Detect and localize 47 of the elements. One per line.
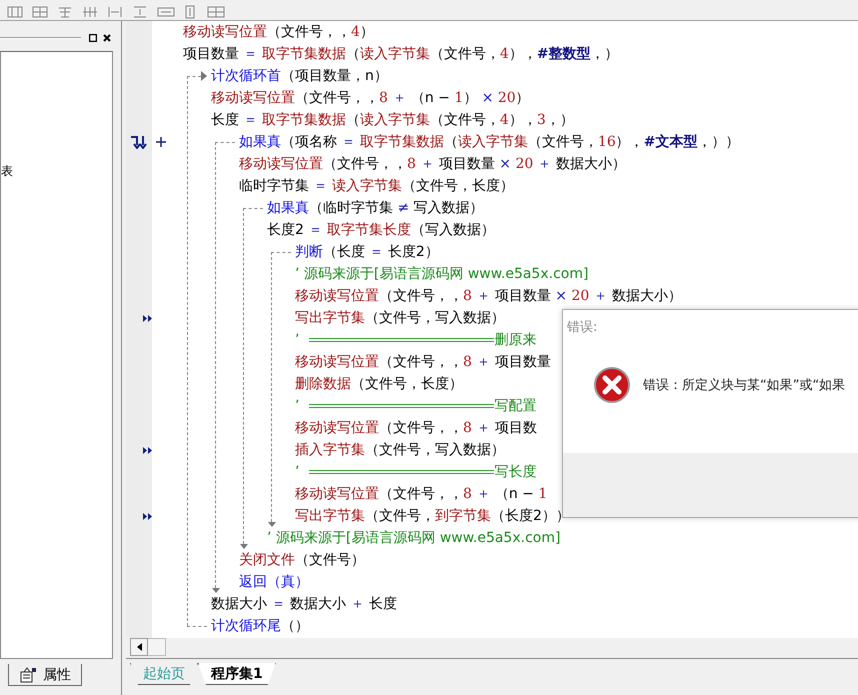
code-line: 返回（真）: [239, 573, 309, 591]
editor-tab[interactable]: 程序集1: [198, 663, 276, 685]
code-line: 临时字节集 ＝ 读入字节集（文件号，长度）: [239, 177, 514, 195]
fold-arrows-icon: [130, 135, 168, 149]
down-arrow-icon: [212, 588, 220, 593]
double-arrow-icon: [143, 446, 152, 454]
code-line: 如果真（项名称 ＝ 取字节集数据（读入字节集（文件号，16），#文本型，））: [239, 133, 740, 151]
double-arrow-icon: [143, 314, 152, 322]
comment-line: ’ 写配置: [295, 397, 536, 415]
error-message: 错误：所定义块与某“如果”或“如果: [643, 376, 846, 394]
code-line: 如果真（临时字节集 ≠ 写入数据）: [267, 199, 484, 217]
code-line: 数据大小 ＝ 数据大小 ＋ 长度: [211, 595, 397, 613]
code-line: 删除数据（文件号，长度）: [295, 375, 463, 393]
code-line: 判断（长度 ＝ 长度2）: [295, 243, 439, 261]
code-line: 计次循环首（项目数量，n）: [211, 67, 388, 85]
code-line: 计次循环尾（）: [211, 617, 309, 635]
error-icon: [593, 366, 631, 404]
comment-line: ’ 源码来源于[易语言源码网 www.e5a5x.com]: [295, 265, 588, 283]
arrow-icon: [201, 71, 207, 81]
comment-line: ’ 写长度: [295, 463, 536, 481]
code-line: 长度 ＝ 取字节集数据（读入字节集（文件号，4），3，）: [211, 111, 574, 129]
code-line: 移动读写位置（文件号，，8 ＋ 项目数: [295, 419, 537, 437]
code-line: 移动读写位置（文件号，，8 ＋ 项目数量: [295, 353, 551, 371]
code-line: 插入字节集（文件号，写入数据）: [295, 441, 505, 459]
scroll-left-button[interactable]: [130, 638, 148, 656]
properties-tab[interactable]: 属性: [8, 664, 82, 686]
comment-line: ’ 源码来源于[易语言源码网 www.e5a5x.com]: [267, 529, 560, 547]
restore-button[interactable]: [87, 32, 99, 44]
code-line: 关闭文件（文件号）: [239, 551, 365, 569]
left-arrow-icon: [136, 643, 142, 651]
code-line: 移动读写位置（文件号，，8 ＋ 项目数量 × 20 ＋ 数据大小）: [239, 155, 626, 173]
code-line: 移动读写位置（文件号，，4）: [183, 23, 374, 41]
code-line: 长度2 ＝ 取字节集长度（写入数据）: [267, 221, 495, 239]
code-line: 项目数量 ＝ 取字节集数据（读入字节集（文件号，4），#整数型，）: [183, 45, 619, 63]
code-line: 移动读写位置（文件号，，8 ＋ （n − 1） × 20）: [211, 89, 530, 107]
double-arrow-icon: [143, 512, 152, 520]
code-line: 移动读写位置（文件号，，8 ＋ 项目数量 × 20 ＋ 数据大小）: [295, 287, 682, 305]
code-line: 移动读写位置（文件号，，8 ＋ （n − 1: [295, 485, 548, 503]
down-arrow-icon: [268, 522, 276, 527]
dialog-title: 错误:: [566, 319, 598, 336]
toolbar-icon[interactable]: [206, 4, 226, 20]
properties-icon: [19, 666, 37, 682]
down-arrow-icon: [240, 544, 248, 549]
code-line: 写出字节集（文件号，到字节集（长度2））: [295, 507, 570, 525]
code-line: 写出字节集（文件号，写入数据）: [295, 309, 505, 327]
comment-line: ’ 删原来: [295, 331, 536, 349]
list-item[interactable]: 表: [1, 163, 13, 180]
